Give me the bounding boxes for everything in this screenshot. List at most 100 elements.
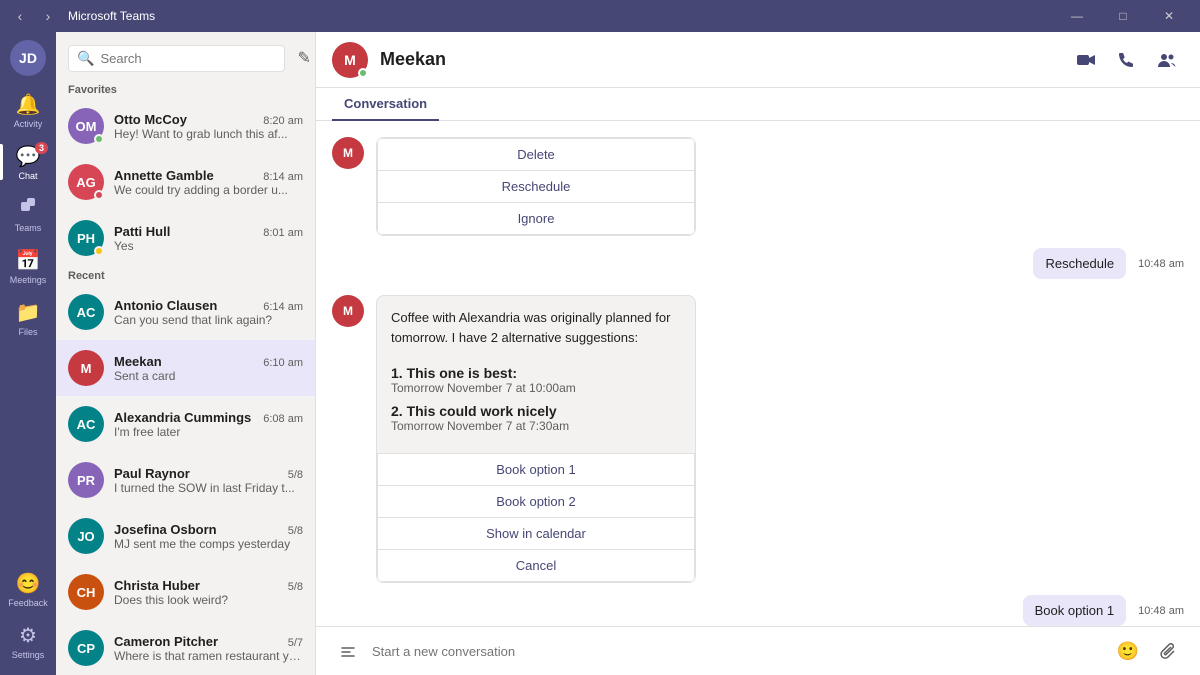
ignore-button[interactable]: Ignore — [377, 203, 695, 235]
user-bubble-book: Book option 1 — [1023, 595, 1127, 626]
audio-call-button[interactable] — [1108, 42, 1144, 78]
compose-input[interactable] — [372, 644, 1104, 659]
delete-button[interactable]: Delete — [377, 138, 695, 171]
action-card-1: Delete Reschedule Ignore — [376, 137, 696, 236]
chat-name-paul: Paul Raynor — [114, 466, 190, 481]
chat-info-josefina: Josefina Osborn 5/8 MJ sent me the comps… — [114, 522, 303, 551]
chat-time-alexandria: 6:08 am — [263, 413, 303, 425]
maximize-button[interactable]: □ — [1100, 0, 1146, 32]
chat-item-otto[interactable]: OM Otto McCoy 8:20 am Hey! Want to grab … — [56, 98, 315, 154]
chat-name-meekan: Meekan — [114, 354, 162, 369]
sidebar-item-teams[interactable]: Teams — [0, 188, 56, 240]
chat-item-meekan[interactable]: M Meekan 6:10 am Sent a card — [56, 340, 315, 396]
sidebar-label-activity: Activity — [14, 119, 43, 129]
book-option-2-button[interactable]: Book option 2 — [377, 486, 695, 518]
sidebar-item-meetings[interactable]: 📅 Meetings — [0, 240, 56, 292]
emoji-button[interactable]: 🙂 — [1112, 635, 1144, 667]
status-dot-annette — [94, 190, 104, 200]
chat-item-annette[interactable]: AG Annette Gamble 8:14 am We could try a… — [56, 154, 315, 210]
chat-info-paul: Paul Raynor 5/8 I turned the SOW in last… — [114, 466, 303, 495]
sidebar-item-settings[interactable]: ⚙ Settings — [0, 615, 56, 667]
avatar-paul: PR — [68, 462, 104, 498]
icon-sidebar: JD 🔔 Activity 3 💬 Chat Teams 📅 Meetings — [0, 32, 56, 675]
avatar-patti: PH — [68, 220, 104, 256]
chat-name-patti: Patti Hull — [114, 224, 170, 239]
sidebar-item-chat[interactable]: 3 💬 Chat — [0, 136, 56, 188]
search-box: 🔍 — [68, 45, 285, 72]
chat-info-meekan: Meekan 6:10 am Sent a card — [114, 354, 303, 383]
chat-preview-paul: I turned the SOW in last Friday t... — [114, 481, 303, 495]
participants-button[interactable] — [1148, 42, 1184, 78]
suggestions-card: Coffee with Alexandria was originally pl… — [376, 295, 696, 583]
chat-item-alexandria[interactable]: AC Alexandria Cummings 6:08 am I'm free … — [56, 396, 315, 452]
chat-time-antonio: 6:14 am — [263, 301, 303, 313]
msg-content-user-book: Book option 1 10:48 am — [1023, 595, 1184, 626]
video-call-button[interactable] — [1068, 42, 1104, 78]
chat-time-christa: 5/8 — [288, 581, 303, 593]
chat-info-cameron: Cameron Pitcher 5/7 Where is that ramen … — [114, 634, 303, 663]
chat-name-cameron: Cameron Pitcher — [114, 634, 218, 649]
tab-conversation[interactable]: Conversation — [332, 88, 439, 121]
teams-icon — [18, 195, 38, 221]
attach-button[interactable] — [1152, 635, 1184, 667]
option-2: 2. This could work nicely Tomorrow Novem… — [391, 403, 681, 433]
sidebar-label-feedback: Feedback — [8, 598, 48, 608]
msg-avatar-bot2: M — [332, 295, 364, 327]
suggestions-header-text: Coffee with Alexandria was originally pl… — [391, 308, 681, 347]
chat-preview-otto: Hey! Want to grab lunch this af... — [114, 127, 303, 141]
compose-format-button[interactable] — [332, 635, 364, 667]
chat-item-christa[interactable]: CH Christa Huber 5/8 Does this look weir… — [56, 564, 315, 620]
option-2-title: 2. This could work nicely — [391, 403, 681, 419]
sidebar-item-activity[interactable]: 🔔 Activity — [0, 84, 56, 136]
user-avatar[interactable]: JD — [10, 40, 46, 76]
sidebar-item-feedback[interactable]: 😊 Feedback — [0, 563, 56, 615]
chat-item-paul[interactable]: PR Paul Raynor 5/8 I turned the SOW in l… — [56, 452, 315, 508]
chat-item-josefina[interactable]: JO Josefina Osborn 5/8 MJ sent me the co… — [56, 508, 315, 564]
chat-item-patti[interactable]: PH Patti Hull 8:01 am Yes — [56, 210, 315, 266]
chat-name-antonio: Antonio Clausen — [114, 298, 217, 313]
sidebar-item-files[interactable]: 📁 Files — [0, 292, 56, 344]
chat-preview-patti: Yes — [114, 239, 303, 253]
book-option-1-button[interactable]: Book option 1 — [377, 453, 695, 486]
sidebar-label-settings: Settings — [12, 650, 45, 660]
chat-item-antonio[interactable]: AC Antonio Clausen 6:14 am Can you send … — [56, 284, 315, 340]
nav-forward-button[interactable]: › — [36, 4, 60, 28]
titlebar-controls: ― □ ✕ — [1054, 0, 1192, 32]
sidebar-label-teams: Teams — [15, 223, 42, 233]
sidebar-label-files: Files — [18, 327, 37, 337]
chat-tabs: Conversation — [316, 88, 1200, 121]
chat-time-cameron: 5/7 — [288, 637, 303, 649]
titlebar: ‹ › Microsoft Teams ― □ ✕ — [0, 0, 1200, 32]
show-in-calendar-button[interactable]: Show in calendar — [377, 518, 695, 550]
chat-header-avatar: M — [332, 42, 368, 78]
chat-name-otto: Otto McCoy — [114, 112, 187, 127]
chat-name-row-otto: Otto McCoy 8:20 am — [114, 112, 303, 127]
nav-back-button[interactable]: ‹ — [8, 4, 32, 28]
msg-content-actions: Delete Reschedule Ignore — [376, 137, 696, 236]
reschedule-button[interactable]: Reschedule — [377, 171, 695, 203]
chat-time-paul: 5/8 — [288, 469, 303, 481]
status-dot-otto — [94, 134, 104, 144]
cancel-button[interactable]: Cancel — [377, 550, 695, 582]
avatar-meekan: M — [68, 350, 104, 386]
chat-preview-alexandria: I'm free later — [114, 425, 303, 439]
chat-time-otto: 8:20 am — [263, 115, 303, 127]
minimize-button[interactable]: ― — [1054, 0, 1100, 32]
option-1: 1. This one is best: Tomorrow November 7… — [391, 365, 681, 395]
messages-area[interactable]: M Delete Reschedule Ignore Reschedule 10… — [316, 121, 1200, 626]
chat-item-cameron[interactable]: CP Cameron Pitcher 5/7 Where is that ram… — [56, 620, 315, 675]
close-button[interactable]: ✕ — [1146, 0, 1192, 32]
search-input[interactable] — [100, 51, 276, 66]
chat-list-panel: 🔍 ✎ Favorites OM Otto McCoy 8:20 am Hey!… — [56, 32, 316, 675]
avatar-cameron: CP — [68, 630, 104, 666]
chat-header-name: Meekan — [380, 49, 1056, 70]
avatar-otto: OM — [68, 108, 104, 144]
new-chat-button[interactable]: ✎ — [293, 44, 314, 72]
message-group-user-book: Book option 1 10:48 am — [332, 595, 1184, 626]
feedback-icon: 😊 — [16, 571, 41, 596]
sidebar-label-meetings: Meetings — [10, 275, 47, 285]
chat-time-annette: 8:14 am — [263, 171, 303, 183]
chat-time-meekan: 6:10 am — [263, 357, 303, 369]
chat-preview-cameron: Where is that ramen restaurant yo... — [114, 649, 303, 663]
chat-time-josefina: 5/8 — [288, 525, 303, 537]
